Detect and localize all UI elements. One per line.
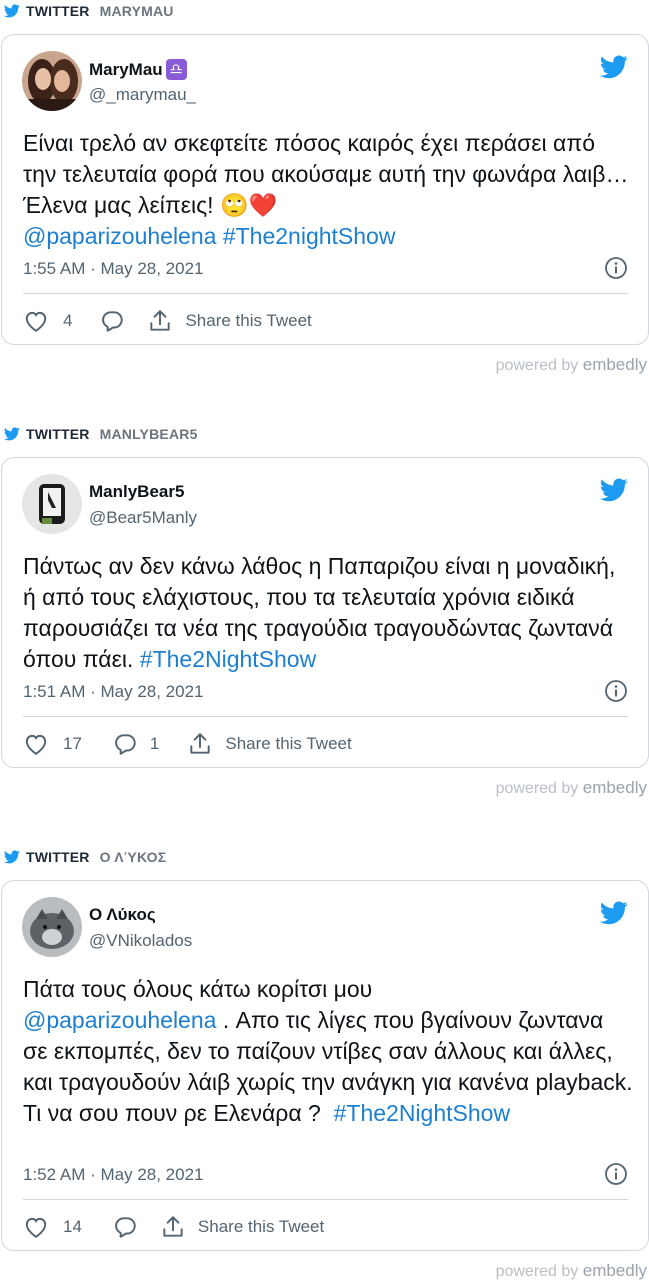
mention-link[interactable]: @paparizouhelena xyxy=(23,1007,216,1033)
twitter-bird-icon xyxy=(4,4,20,18)
share-label: Share this Tweet xyxy=(225,734,352,753)
embed-header: TWITTER MARYMAU xyxy=(4,1,174,21)
timestamp[interactable]: 1:52 AM · May 28, 2021 xyxy=(23,1165,204,1185)
source-label: TWITTER xyxy=(26,3,90,19)
tweet-card[interactable]: MaryMau ♎ @_marymau_ Είναι τρελό αν σκεφ… xyxy=(1,34,649,345)
info-icon[interactable] xyxy=(604,1162,628,1186)
info-icon[interactable] xyxy=(604,256,628,280)
divider xyxy=(23,1199,628,1200)
user-handle[interactable]: @VNikolados xyxy=(89,931,192,951)
tweet-text: Είναι τρελό αν σκεφτείτε πόσος καιρός έχ… xyxy=(23,130,629,249)
reply-button[interactable] xyxy=(99,308,125,334)
source-label: TWITTER xyxy=(26,849,90,865)
powered-by-embedly[interactable]: powered by embedly xyxy=(496,778,647,798)
like-button[interactable]: 4 xyxy=(23,308,72,334)
divider xyxy=(23,716,628,717)
mention-link[interactable]: @paparizouhelena xyxy=(23,223,216,249)
share-label: Share this Tweet xyxy=(197,1217,325,1236)
divider xyxy=(23,293,628,294)
tweet-card[interactable]: Ο Λύκος @VNikolados Πάτα τους όλους κάτω… xyxy=(1,880,649,1251)
share-label: Share this Tweet xyxy=(185,311,312,330)
share-icon xyxy=(190,733,211,754)
like-count: 4 xyxy=(63,311,73,330)
like-count: 14 xyxy=(63,1217,82,1236)
tweet-card[interactable]: ManlyBear5 @Bear5Manly Πάντως αν δεν κάν… xyxy=(1,457,649,768)
share-icon xyxy=(163,1216,183,1237)
tweet-text: Πάντως αν δεν κάνω λάθος η Παπαριζου είν… xyxy=(23,553,622,672)
heart-icon xyxy=(25,311,47,332)
display-name[interactable]: Ο Λύκος xyxy=(89,905,156,925)
action-bar: 4 Share this Tweet xyxy=(23,306,312,336)
powered-by-embedly[interactable]: powered by embedly xyxy=(496,355,647,375)
display-name[interactable]: MaryMau ♎ xyxy=(89,59,187,80)
hashtag-link[interactable]: #The2nightShow xyxy=(223,223,396,249)
embedly-logo: embedly xyxy=(582,355,647,374)
display-name[interactable]: ManlyBear5 xyxy=(89,482,184,502)
share-button[interactable]: Share this Tweet xyxy=(187,731,352,757)
embedly-logo: embedly xyxy=(582,1261,647,1280)
source-label: TWITTER xyxy=(26,426,90,442)
powered-by-embedly[interactable]: powered by embedly xyxy=(496,1261,647,1281)
author-label: MANLYBEAR5 xyxy=(99,426,198,442)
like-button[interactable]: 17 xyxy=(23,731,82,757)
twitter-bird-icon xyxy=(4,427,20,441)
embedly-logo: embedly xyxy=(582,778,647,797)
twitter-bird-icon[interactable] xyxy=(600,478,628,502)
like-count: 17 xyxy=(63,734,82,753)
author-label: MARYMAU xyxy=(99,3,174,19)
author-label: Ο ΛΎΚΟΣ xyxy=(99,849,167,865)
twitter-bird-icon xyxy=(4,850,20,864)
tweet-text: Πάτα τους όλους κάτω κορίτσι μου @papari… xyxy=(23,976,640,1126)
timestamp[interactable]: 1:51 AM · May 28, 2021 xyxy=(23,682,204,702)
action-bar: 17 1 Share this Tweet xyxy=(23,729,352,759)
hashtag-link[interactable]: #The2NightShow xyxy=(140,646,316,672)
reply-icon xyxy=(115,1217,136,1238)
reply-icon xyxy=(115,734,136,755)
like-button[interactable]: 14 xyxy=(23,1214,82,1240)
info-icon[interactable] xyxy=(604,679,628,703)
twitter-bird-icon[interactable] xyxy=(600,55,628,79)
avatar[interactable] xyxy=(22,51,82,111)
libra-badge-icon: ♎ xyxy=(165,59,187,80)
avatar[interactable] xyxy=(22,474,82,534)
avatar[interactable] xyxy=(22,897,82,957)
share-button[interactable]: Share this Tweet xyxy=(147,308,312,334)
action-bar: 14 Share this Tweet xyxy=(23,1212,324,1242)
heart-icon xyxy=(25,734,47,755)
reply-button[interactable] xyxy=(112,1214,138,1240)
heart-icon xyxy=(25,1217,47,1238)
reply-icon xyxy=(102,311,124,332)
user-handle[interactable]: @Bear5Manly xyxy=(89,508,197,528)
timestamp[interactable]: 1:55 AM · May 28, 2021 xyxy=(23,259,204,279)
hashtag-link[interactable]: #The2NightShow xyxy=(334,1100,510,1126)
share-button[interactable]: Share this Tweet xyxy=(160,1214,324,1240)
embed-header: TWITTER Ο ΛΎΚΟΣ xyxy=(4,847,166,867)
embed-header: TWITTER MANLYBEAR5 xyxy=(4,424,198,444)
reply-button[interactable]: 1 xyxy=(112,731,159,757)
user-handle[interactable]: @_marymau_ xyxy=(89,85,196,105)
share-icon xyxy=(150,310,171,331)
twitter-bird-icon[interactable] xyxy=(600,901,628,925)
reply-count: 1 xyxy=(149,734,160,753)
